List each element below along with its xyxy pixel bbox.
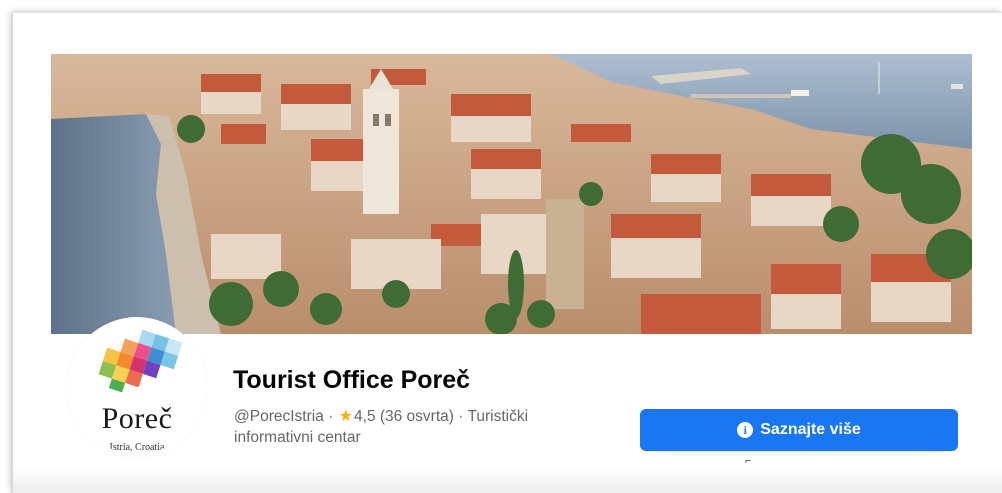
avatar-logo-subtitle: Istria, Croatia (109, 442, 165, 453)
page-handle[interactable]: @PorecIstria (234, 408, 324, 425)
bottom-shadow (13, 465, 1002, 493)
star-icon: ★ (338, 408, 353, 425)
learn-more-button[interactable]: i Saznajte više (640, 409, 958, 451)
separator: · (328, 408, 334, 425)
review-count[interactable]: (36 osvrta) (380, 408, 454, 425)
cover-photo[interactable] (51, 54, 972, 334)
learn-more-label: Saznajte više (760, 421, 861, 438)
avatar[interactable]: Poreč Istria, Croatia (70, 320, 204, 454)
porec-logo-mosaic (98, 329, 183, 393)
info-icon: i (737, 422, 754, 438)
category-line2: informativni centar (234, 429, 361, 446)
cursor-icon: ⌐ (745, 455, 752, 467)
rating-value[interactable]: 4,5 (354, 408, 376, 425)
avatar-logo-title: Poreč (101, 402, 173, 435)
separator: · (458, 408, 464, 425)
page-title[interactable]: Tourist Office Poreč (233, 366, 470, 395)
page-meta: @PorecIstria · ★4,5 (36 osvrta) · Turist… (234, 406, 574, 448)
category-line1: Turistički (467, 408, 529, 425)
